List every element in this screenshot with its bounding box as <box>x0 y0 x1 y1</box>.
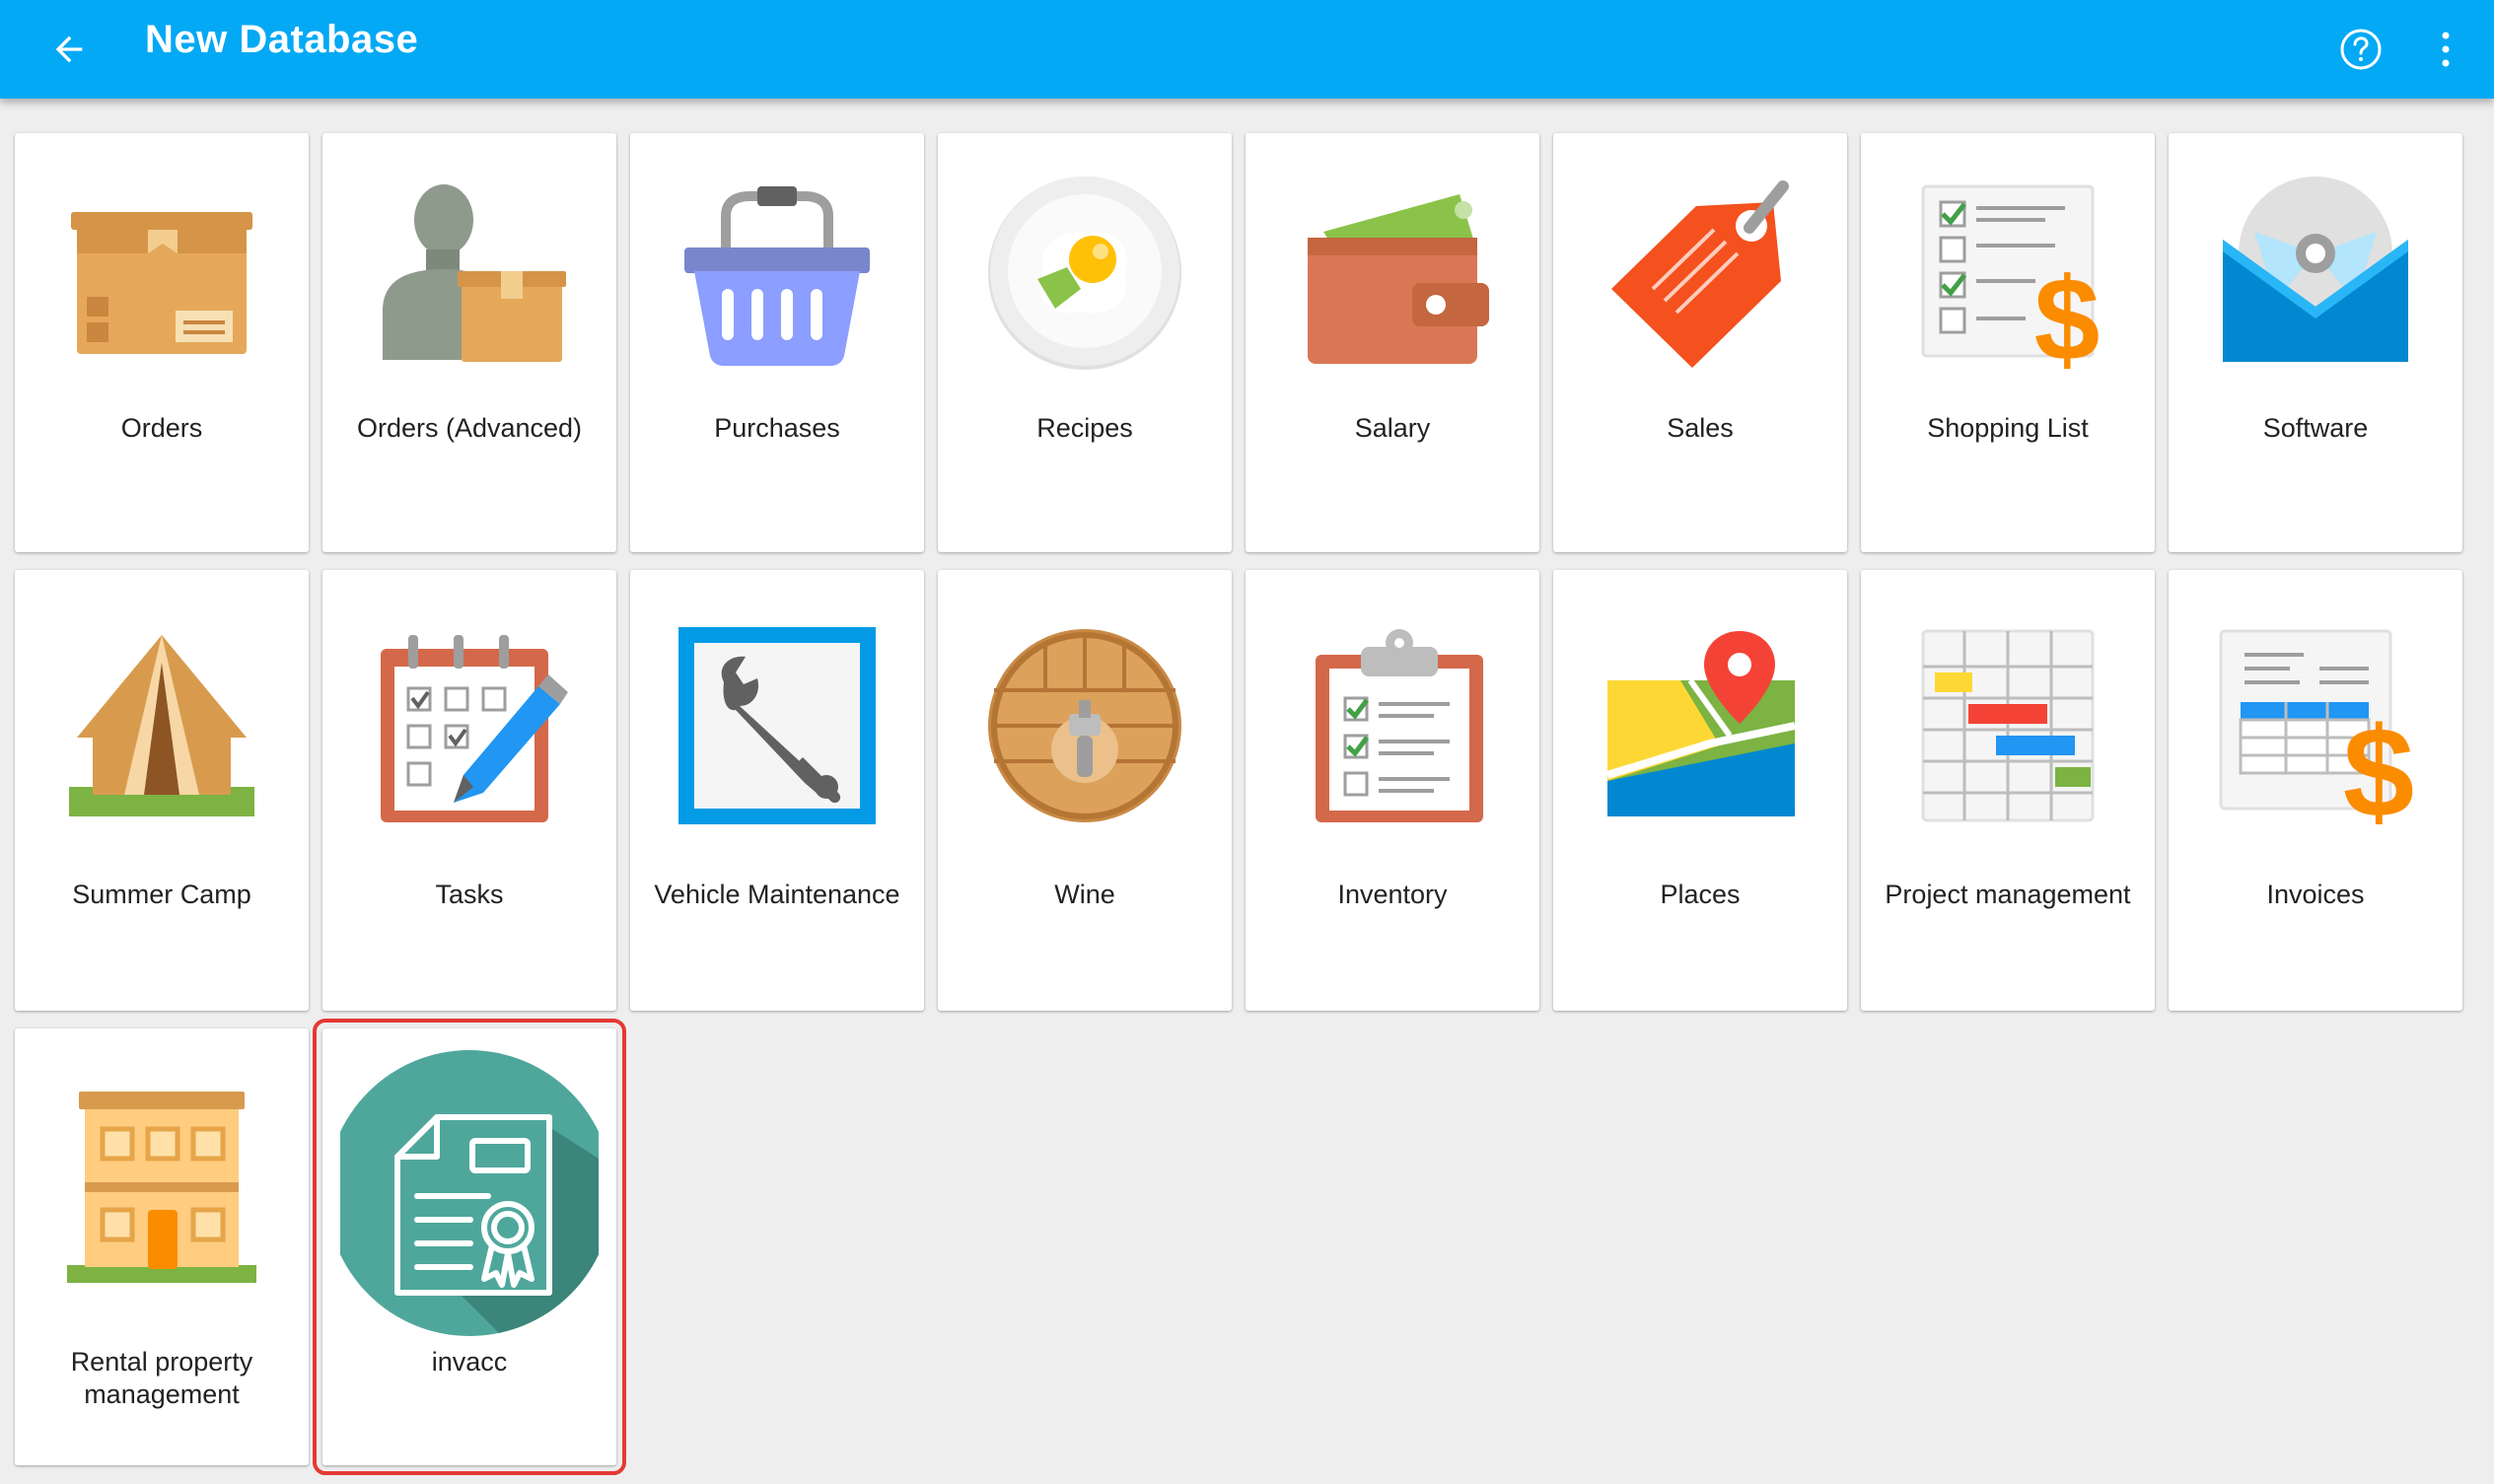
person-box-icon <box>371 173 568 370</box>
template-card-salary[interactable]: Salary <box>1246 133 1539 552</box>
template-card-wine[interactable]: Wine <box>938 570 1232 1011</box>
app-bar: New Database <box>0 0 2494 99</box>
template-label: Purchases <box>714 413 840 443</box>
template-label: Inventory <box>1337 880 1448 909</box>
building-icon <box>63 1088 260 1285</box>
calendar-pencil-icon <box>371 627 568 824</box>
template-card-purchases[interactable]: Purchases <box>630 133 924 552</box>
gantt-icon <box>1909 627 2106 824</box>
certificate-icon <box>340 1050 599 1336</box>
barrel-icon <box>986 627 1183 824</box>
template-card-software[interactable]: Software <box>2169 133 2462 552</box>
template-card-shopping-list[interactable]: $ Shopping List <box>1861 133 2155 552</box>
template-label: Rental property management <box>15 1346 309 1411</box>
template-label: Vehicle Maintenance <box>654 880 900 909</box>
arrow-back-icon <box>55 35 83 63</box>
template-card-inventory[interactable]: Inventory <box>1246 570 1539 1011</box>
more-vert-icon <box>2442 32 2450 67</box>
invoice-dollar-icon: $ <box>2217 627 2414 824</box>
template-card-orders[interactable]: Orders <box>15 133 309 552</box>
template-label: Tasks <box>435 880 504 909</box>
clipboard-icon <box>1294 627 1491 824</box>
price-tag-icon <box>1602 173 1799 370</box>
template-label: Recipes <box>1036 413 1133 443</box>
template-card-sales[interactable]: Sales <box>1553 133 1847 552</box>
template-label: Summer Camp <box>72 880 251 909</box>
basket-icon <box>678 173 876 370</box>
map-pin-icon <box>1602 627 1799 824</box>
template-label: Salary <box>1354 413 1431 443</box>
svg-text:$: $ <box>2343 700 2414 824</box>
template-card-tasks[interactable]: Tasks <box>322 570 616 1011</box>
tent-icon <box>63 627 260 824</box>
help-circle-icon <box>2340 29 2382 70</box>
template-label: Software <box>2262 413 2369 443</box>
checklist-dollar-icon: $ <box>1909 173 2106 370</box>
back-button[interactable] <box>30 10 108 89</box>
template-label: Orders <box>120 413 203 443</box>
template-card-summer-camp[interactable]: Summer Camp <box>15 570 309 1011</box>
help-button[interactable] <box>2321 10 2400 89</box>
template-card-vehicle-maintenance[interactable]: Vehicle Maintenance <box>630 570 924 1011</box>
wallet-icon <box>1294 173 1491 370</box>
template-card-rental-property-management[interactable]: Rental property management <box>15 1028 309 1465</box>
template-label: Project management <box>1885 880 2131 909</box>
template-label: Places <box>1660 880 1741 909</box>
template-label: invacc <box>431 1347 508 1377</box>
template-card-recipes[interactable]: Recipes <box>938 133 1232 552</box>
svg-text:$: $ <box>2034 253 2101 370</box>
template-card-invacc[interactable]: invacc <box>313 1019 626 1475</box>
plate-egg-icon <box>986 173 1183 370</box>
template-label: Sales <box>1667 413 1734 443</box>
template-card-project-management[interactable]: Project management <box>1861 570 2155 1011</box>
label-line-1: Rental property <box>70 1347 253 1377</box>
template-label: Orders (Advanced) <box>356 413 583 443</box>
wrench-icon <box>678 627 876 824</box>
template-label: Invoices <box>2266 880 2365 909</box>
box-icon <box>63 173 260 370</box>
template-card-invoices[interactable]: $ Invoices <box>2169 570 2462 1011</box>
more-options-button[interactable] <box>2406 10 2485 89</box>
page-title: New Database <box>145 18 419 61</box>
template-card-orders-advanced[interactable]: Orders (Advanced) <box>322 133 616 552</box>
cd-envelope-icon <box>2217 173 2414 370</box>
template-label: Shopping List <box>1927 413 2089 443</box>
template-label: Wine <box>1054 880 1115 909</box>
label-line-2: management <box>84 1379 240 1409</box>
template-card-places[interactable]: Places <box>1553 570 1847 1011</box>
